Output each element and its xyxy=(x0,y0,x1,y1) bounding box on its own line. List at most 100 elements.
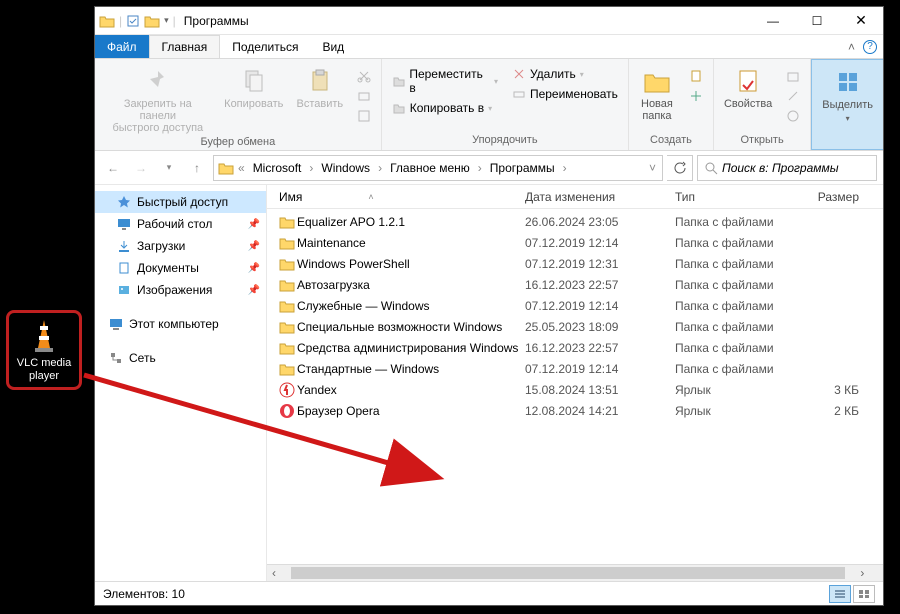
copyto-button[interactable]: Копировать в▾ xyxy=(388,99,502,117)
history-button[interactable] xyxy=(782,107,804,125)
breadcrumb-dropdown[interactable]: ˅ xyxy=(647,161,658,175)
sidebar-item-desktop[interactable]: Рабочий стол📌 xyxy=(95,213,266,235)
table-row[interactable]: Служебные — Windows07.12.2019 12:14Папка… xyxy=(267,295,883,316)
sidebar-item-quickaccess[interactable]: Быстрый доступ xyxy=(95,191,266,213)
breadcrumb-seg[interactable]: Microsoft xyxy=(249,156,306,180)
file-name: Средства администрирования Windows xyxy=(297,341,525,355)
sidebar-item-pictures[interactable]: Изображения📌 xyxy=(95,279,266,301)
paste-icon xyxy=(306,67,334,95)
refresh-button[interactable] xyxy=(667,155,693,181)
folder-icon xyxy=(279,236,297,250)
tab-share[interactable]: Поделиться xyxy=(220,35,310,58)
scrollbar-thumb[interactable] xyxy=(291,567,845,579)
sidebar-item-documents[interactable]: Документы📌 xyxy=(95,257,266,279)
breadcrumb-seg[interactable]: Windows xyxy=(317,156,374,180)
breadcrumb-seg[interactable]: Программы xyxy=(486,156,559,180)
copypath-button[interactable] xyxy=(353,87,375,105)
tab-home[interactable]: Главная xyxy=(149,35,221,58)
paste-shortcut-button[interactable] xyxy=(353,107,375,125)
pin-icon xyxy=(144,67,172,95)
table-row[interactable]: Yandex15.08.2024 13:51Ярлык3 КБ xyxy=(267,379,883,400)
paste-button[interactable]: Вставить xyxy=(293,65,347,112)
file-name: Автозагрузка xyxy=(297,278,525,292)
qat-checkbox-icon[interactable] xyxy=(126,14,140,28)
newitem-button[interactable] xyxy=(685,67,707,85)
scroll-right-icon[interactable]: › xyxy=(855,566,869,580)
downloads-icon xyxy=(117,239,131,253)
file-date: 16.12.2023 22:57 xyxy=(525,341,675,355)
sidebar-item-downloads[interactable]: Загрузки📌 xyxy=(95,235,266,257)
file-list[interactable]: Equalizer APO 1.2.126.06.2024 23:05Папка… xyxy=(267,209,883,564)
breadcrumb-seg[interactable]: Главное меню xyxy=(386,156,474,180)
qat-folder-icon[interactable] xyxy=(144,14,160,28)
newfolder-button[interactable]: Новая папка xyxy=(635,65,679,124)
search-input[interactable]: Поиск в: Программы xyxy=(697,155,877,181)
sort-indicator-icon: ˄ xyxy=(368,192,373,202)
delete-button[interactable]: Удалить▾ xyxy=(508,65,622,83)
close-button[interactable]: ✕ xyxy=(839,7,883,35)
copy-button[interactable]: Копировать xyxy=(221,65,287,112)
refresh-icon xyxy=(673,161,687,175)
item-count: Элементов: 10 xyxy=(103,587,185,601)
documents-icon xyxy=(117,261,131,275)
newitem-icon xyxy=(689,69,703,83)
rename-button[interactable]: Переименовать xyxy=(508,85,622,103)
sidebar-item-network[interactable]: Сеть xyxy=(95,347,266,369)
file-type: Ярлык xyxy=(675,383,791,397)
table-row[interactable]: Автозагрузка16.12.2023 22:57Папка с файл… xyxy=(267,274,883,295)
file-type: Папка с файлами xyxy=(675,278,791,292)
table-row[interactable]: Средства администрирования Windows16.12.… xyxy=(267,337,883,358)
maximize-button[interactable]: ☐ xyxy=(795,7,839,35)
scroll-left-icon[interactable]: ‹ xyxy=(267,566,281,580)
tab-file[interactable]: Файл xyxy=(95,35,149,58)
edit-button[interactable] xyxy=(782,87,804,105)
desktop-vlc-shortcut[interactable]: VLC media player xyxy=(6,310,82,390)
ribbon-collapse-icon[interactable]: ˄ xyxy=(848,40,855,54)
up-button[interactable]: ↑ xyxy=(185,156,209,180)
ribbon-group-select: Выделить ▾ xyxy=(811,59,883,150)
file-name: Стандартные — Windows xyxy=(297,362,525,376)
file-type: Папка с файлами xyxy=(675,320,791,334)
table-row[interactable]: Equalizer APO 1.2.126.06.2024 23:05Папка… xyxy=(267,211,883,232)
file-name: Yandex xyxy=(297,383,525,397)
chevron-right-icon: › xyxy=(561,161,569,175)
chevron-right-icon: › xyxy=(376,161,384,175)
file-type: Папка с файлами xyxy=(675,257,791,271)
forward-button[interactable]: → xyxy=(129,156,153,180)
sidebar-item-thispc[interactable]: Этот компьютер xyxy=(95,313,266,335)
details-view-button[interactable] xyxy=(829,585,851,603)
col-type[interactable]: Тип xyxy=(675,190,791,204)
qat-dropdown-icon[interactable]: ▾ xyxy=(164,15,169,26)
breadcrumb[interactable]: « Microsoft› Windows› Главное меню› Прог… xyxy=(213,155,663,181)
table-row[interactable]: Специальные возможности Windows25.05.202… xyxy=(267,316,883,337)
table-row[interactable]: Стандартные — Windows07.12.2019 12:14Пап… xyxy=(267,358,883,379)
file-name: Windows PowerShell xyxy=(297,257,525,271)
file-date: 25.05.2023 18:09 xyxy=(525,320,675,334)
back-button[interactable]: ← xyxy=(101,156,125,180)
cut-button[interactable] xyxy=(353,67,375,85)
selectall-button[interactable]: Выделить ▾ xyxy=(818,66,877,125)
properties-button[interactable]: Свойства xyxy=(720,65,776,112)
icons-view-button[interactable] xyxy=(853,585,875,603)
file-pane: Имя˄ Дата изменения Тип Размер Equalizer… xyxy=(267,185,883,581)
col-date[interactable]: Дата изменения xyxy=(525,190,675,204)
tab-view[interactable]: Вид xyxy=(310,35,356,58)
desktop-icon xyxy=(117,217,131,231)
file-date: 07.12.2019 12:14 xyxy=(525,236,675,250)
col-size[interactable]: Размер xyxy=(791,190,883,204)
help-icon[interactable]: ? xyxy=(863,40,877,54)
col-name[interactable]: Имя˄ xyxy=(279,190,525,204)
table-row[interactable]: Maintenance07.12.2019 12:14Папка с файла… xyxy=(267,232,883,253)
horizontal-scrollbar[interactable]: ‹ › xyxy=(267,564,883,581)
table-row[interactable]: Windows PowerShell07.12.2019 12:31Папка … xyxy=(267,253,883,274)
easyaccess-button[interactable] xyxy=(685,87,707,105)
recent-button[interactable]: ▾ xyxy=(157,156,181,180)
open-button[interactable] xyxy=(782,67,804,85)
pin-button[interactable]: Закрепить на панели быстрого доступа xyxy=(101,65,215,136)
copyto-icon xyxy=(392,101,406,115)
folder-icon xyxy=(279,257,297,271)
titlebar: | ▾ | Программы — ☐ ✕ xyxy=(95,7,883,35)
minimize-button[interactable]: — xyxy=(751,7,795,35)
moveto-button[interactable]: Переместить в▾ xyxy=(388,65,502,97)
table-row[interactable]: Браузер Opera12.08.2024 14:21Ярлык2 КБ xyxy=(267,400,883,421)
